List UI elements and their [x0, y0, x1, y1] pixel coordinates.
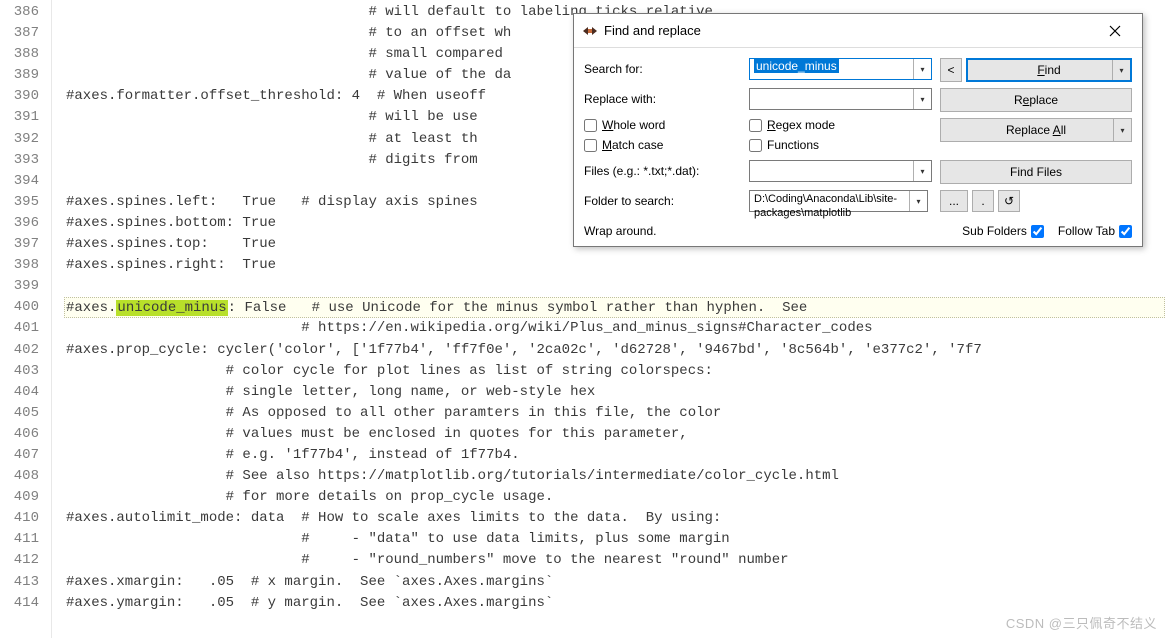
replace-with-input[interactable]: ▾ [749, 88, 932, 110]
replace-all-button[interactable]: Replace All ▾ [940, 118, 1132, 142]
search-for-label: Search for: [584, 62, 749, 76]
chevron-down-icon[interactable]: ▾ [913, 59, 931, 79]
dialog-titlebar[interactable]: Find and replace [574, 14, 1142, 48]
follow-tab-checkbox[interactable]: Follow Tab [1058, 224, 1132, 238]
close-button[interactable] [1094, 17, 1136, 45]
chevron-down-icon[interactable]: ▾ [909, 191, 927, 211]
line-number-gutter: 3863873883893903913923933943953963973983… [0, 0, 52, 638]
search-for-input[interactable]: unicode_minus ▾ [749, 58, 932, 80]
find-replace-dialog: Find and replace Search for: unicode_min… [573, 13, 1143, 247]
functions-checkbox[interactable]: Functions [749, 138, 835, 152]
chevron-down-icon[interactable]: ▾ [913, 89, 931, 109]
chevron-down-icon[interactable]: ▾ [1112, 60, 1130, 80]
files-filter-label: Files (e.g.: *.txt;*.dat): [584, 164, 749, 178]
chevron-down-icon[interactable]: ▾ [913, 161, 931, 181]
current-folder-button[interactable]: ↺ [998, 190, 1020, 212]
chevron-down-icon[interactable]: ▾ [1113, 119, 1131, 141]
app-icon [582, 23, 598, 39]
find-files-button[interactable]: Find Files [940, 160, 1132, 184]
find-previous-button[interactable]: < [940, 58, 962, 82]
folder-to-search-input[interactable]: D:\Coding\Anaconda\Lib\site-packages\mat… [749, 190, 928, 212]
sub-folders-checkbox[interactable]: Sub Folders [962, 224, 1044, 238]
match-case-checkbox[interactable]: Match case [584, 138, 749, 152]
find-button[interactable]: Find ▾ [966, 58, 1132, 82]
parent-folder-button[interactable]: . [972, 190, 994, 212]
replace-button[interactable]: Replace [940, 88, 1132, 112]
whole-word-checkbox[interactable]: Whole word [584, 118, 749, 132]
status-message: Wrap around. [584, 224, 657, 238]
replace-with-label: Replace with: [584, 92, 749, 106]
watermark-text: CSDN @三只佩奇不结义 [1006, 613, 1157, 632]
dialog-title: Find and replace [604, 23, 701, 38]
folder-to-search-label: Folder to search: [584, 194, 749, 208]
files-filter-input[interactable]: ▾ [749, 160, 932, 182]
browse-folder-button[interactable]: ... [940, 190, 968, 212]
regex-mode-checkbox[interactable]: Regex mode [749, 118, 835, 132]
